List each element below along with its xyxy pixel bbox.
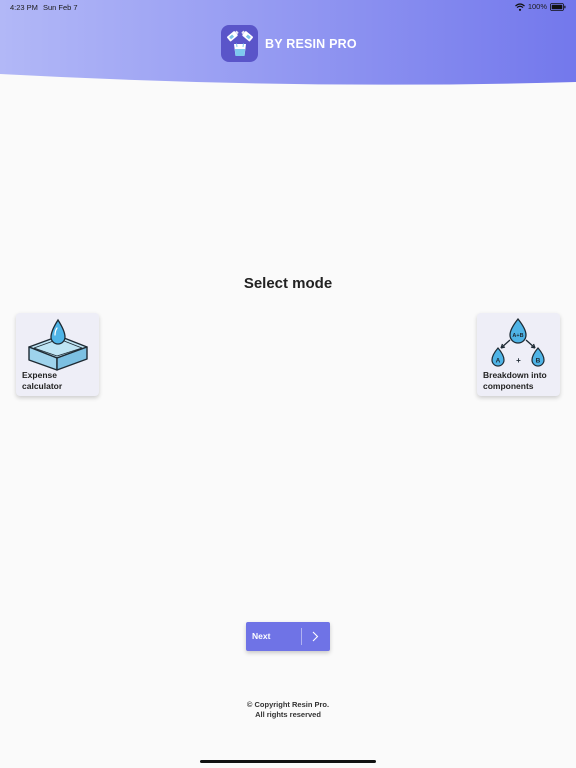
status-time: 4:23 PM [10, 3, 38, 12]
battery-percentage: 100% [527, 2, 547, 11]
mode-card-expense-calculator[interactable]: Expense calculator [16, 313, 99, 396]
page-title: Select mode [243, 275, 333, 292]
plus-label: + [516, 356, 521, 365]
resin-box-icon [28, 318, 88, 371]
components-split-icon: A+B A + B [491, 317, 545, 367]
home-indicator[interactable] [200, 760, 376, 763]
copyright-text: © Copyright Resin Pro. [246, 700, 330, 709]
rights-text: All rights reserved [255, 710, 321, 719]
wifi-icon [514, 2, 525, 11]
chevron-right-icon [312, 631, 319, 642]
next-button-label: Next [252, 631, 271, 641]
mix-label: A+B [512, 333, 523, 339]
status-bar: 4:23 PM Sun Feb 7 100% [0, 0, 576, 14]
component-b-label: B [536, 358, 541, 365]
next-button-divider [301, 628, 302, 645]
resin-cup-logo-icon [221, 25, 258, 62]
status-indicators: 100% [514, 2, 566, 11]
mode-label: Breakdown into components [483, 370, 547, 391]
mode-card-breakdown-components[interactable]: A+B A + B Breakdown into components [477, 313, 560, 396]
component-a-label: A [496, 358, 501, 365]
next-button[interactable]: Next [246, 622, 330, 651]
battery-icon [550, 2, 566, 11]
mode-label: Expense calculator [22, 370, 63, 391]
status-date: Sun Feb 7 [43, 3, 78, 12]
header: 4:23 PM Sun Feb 7 100% BY RESIN PRO [0, 0, 576, 86]
brand: BY RESIN PRO [221, 25, 357, 62]
footer: © Copyright Resin Pro. All rights reserv… [0, 700, 576, 720]
brand-name: BY RESIN PRO [265, 36, 357, 51]
